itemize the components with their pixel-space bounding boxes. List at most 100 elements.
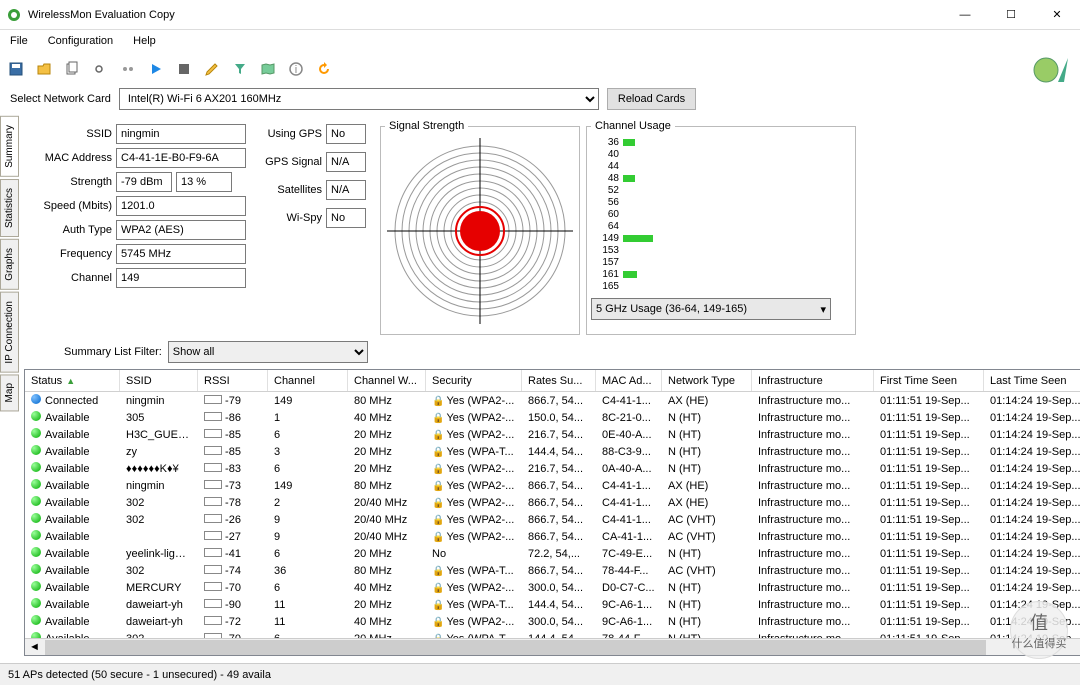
channel-number: 48 bbox=[595, 173, 619, 184]
filter-label: Summary List Filter: bbox=[64, 346, 162, 358]
maximize-button[interactable]: ☐ bbox=[988, 0, 1034, 30]
grid-body[interactable]: Connectedningmin -7914980 MHz🔒Yes (WPA2-… bbox=[25, 392, 1080, 638]
col-header[interactable]: Infrastructure bbox=[752, 370, 874, 391]
status-dot-icon bbox=[31, 581, 41, 591]
menubar: File Configuration Help bbox=[0, 30, 1080, 52]
status-dot-icon bbox=[31, 496, 41, 506]
rssi-bar-icon bbox=[204, 565, 222, 574]
menu-configuration[interactable]: Configuration bbox=[44, 33, 117, 49]
table-row[interactable]: Availableningmin -7314980 MHz🔒Yes (WPA2-… bbox=[25, 477, 1080, 494]
menu-help[interactable]: Help bbox=[129, 33, 160, 49]
map-icon[interactable] bbox=[258, 59, 278, 79]
col-header[interactable]: Network Type bbox=[662, 370, 752, 391]
tab-summary[interactable]: Summary bbox=[0, 116, 19, 177]
col-header[interactable]: SSID bbox=[120, 370, 198, 391]
channel-usage-panel: Channel Usage 36404448525660641491531571… bbox=[586, 120, 856, 335]
table-row[interactable]: Availabledaweiart-yh -901120 MHz🔒Yes (WP… bbox=[25, 596, 1080, 613]
channel-bar bbox=[623, 235, 653, 242]
filter-icon[interactable] bbox=[230, 59, 250, 79]
filter-row: Summary List Filter: Show all bbox=[24, 335, 1080, 367]
watermark-badge: 值什么值得买 bbox=[1010, 601, 1068, 659]
horizontal-scrollbar[interactable]: ◄► bbox=[25, 638, 1080, 655]
tab-statistics[interactable]: Statistics bbox=[0, 179, 19, 237]
channel-band-select[interactable]: 5 GHz Usage (36-64, 149-165)▾ bbox=[591, 298, 831, 320]
stop-icon[interactable] bbox=[174, 59, 194, 79]
minimize-button[interactable]: — bbox=[942, 0, 988, 30]
table-row[interactable]: Availableyeelink-light-... -41620 MHzNo7… bbox=[25, 545, 1080, 562]
status-dot-icon bbox=[31, 394, 41, 404]
channel-number: 44 bbox=[595, 161, 619, 172]
col-header[interactable]: Last Time Seen bbox=[984, 370, 1080, 391]
col-header[interactable]: Rates Su... bbox=[522, 370, 596, 391]
rssi-bar-icon bbox=[204, 616, 222, 625]
channel-row: 157 bbox=[595, 256, 851, 268]
col-header[interactable]: First Time Seen bbox=[874, 370, 984, 391]
col-header[interactable]: MAC Ad... bbox=[596, 370, 662, 391]
channel-row: 44 bbox=[595, 160, 851, 172]
filter-select[interactable]: Show all bbox=[168, 341, 368, 363]
titlebar: WirelessMon Evaluation Copy — ☐ ✕ bbox=[0, 0, 1080, 30]
channel-number: 157 bbox=[595, 257, 619, 268]
lock-icon: 🔒 bbox=[432, 396, 444, 407]
tab-map[interactable]: Map bbox=[0, 374, 19, 411]
lock-icon: 🔒 bbox=[432, 498, 444, 509]
open-icon[interactable] bbox=[34, 59, 54, 79]
ip-icon[interactable] bbox=[118, 59, 138, 79]
table-row[interactable]: Available302 -26920/40 MHz🔒Yes (WPA2-...… bbox=[25, 511, 1080, 528]
grid-header: Status▲SSIDRSSIChannelChannel W...Securi… bbox=[25, 370, 1080, 392]
table-row[interactable]: Connectedningmin -7914980 MHz🔒Yes (WPA2-… bbox=[25, 392, 1080, 409]
table-row[interactable]: Available -27920/40 MHz🔒Yes (WPA2-...866… bbox=[25, 528, 1080, 545]
gps-label: Using GPS bbox=[256, 128, 322, 140]
info-icon[interactable]: i bbox=[286, 59, 306, 79]
lock-icon: 🔒 bbox=[432, 447, 444, 458]
table-row[interactable]: Available302 -743680 MHz🔒Yes (WPA-T...86… bbox=[25, 562, 1080, 579]
table-row[interactable]: Available302 -70620 MHz🔒Yes (WPA-T...144… bbox=[25, 630, 1080, 638]
gps-signal-value: N/A bbox=[326, 152, 366, 172]
menu-file[interactable]: File bbox=[6, 33, 32, 49]
channel-number: 64 bbox=[595, 221, 619, 232]
logo-icon bbox=[1030, 48, 1074, 92]
table-row[interactable]: AvailableH3C_GUEST -85620 MHz🔒Yes (WPA2-… bbox=[25, 426, 1080, 443]
table-row[interactable]: Available302 -78220/40 MHz🔒Yes (WPA2-...… bbox=[25, 494, 1080, 511]
tab-graphs[interactable]: Graphs bbox=[0, 239, 19, 290]
play-icon[interactable] bbox=[146, 59, 166, 79]
rssi-bar-icon bbox=[204, 412, 222, 421]
gps-signal-label: GPS Signal bbox=[256, 156, 322, 168]
lock-icon: 🔒 bbox=[432, 515, 444, 526]
reload-cards-button[interactable]: Reload Cards bbox=[607, 88, 696, 110]
col-header[interactable]: Status▲ bbox=[25, 370, 120, 391]
close-button[interactable]: ✕ bbox=[1034, 0, 1080, 30]
edit-icon[interactable] bbox=[202, 59, 222, 79]
network-card-row: Select Network Card Intel(R) Wi-Fi 6 AX2… bbox=[0, 86, 1080, 116]
table-row[interactable]: Availabledaweiart-yh -721140 MHz🔒Yes (WP… bbox=[25, 613, 1080, 630]
tab-ip-connection[interactable]: IP Connection bbox=[0, 292, 19, 373]
channel-row: 40 bbox=[595, 148, 851, 160]
col-header[interactable]: Security bbox=[426, 370, 522, 391]
refresh-icon[interactable] bbox=[314, 59, 334, 79]
lock-icon: 🔒 bbox=[432, 566, 444, 577]
satellites-label: Satellites bbox=[256, 184, 322, 196]
col-header[interactable]: RSSI bbox=[198, 370, 268, 391]
copy-icon[interactable] bbox=[62, 59, 82, 79]
freq-value: 5745 MHz bbox=[116, 244, 246, 264]
table-row[interactable]: Available♦♦♦♦♦♦K♦¥ -83620 MHz🔒Yes (WPA2-… bbox=[25, 460, 1080, 477]
table-row[interactable]: Available305 -86140 MHz🔒Yes (WPA2-...150… bbox=[25, 409, 1080, 426]
rssi-bar-icon bbox=[204, 531, 222, 540]
channel-number: 52 bbox=[595, 185, 619, 196]
table-row[interactable]: Availablezy -85320 MHz🔒Yes (WPA-T...144.… bbox=[25, 443, 1080, 460]
col-header[interactable]: Channel bbox=[268, 370, 348, 391]
col-header[interactable]: Channel W... bbox=[348, 370, 426, 391]
channel-bar bbox=[623, 139, 635, 146]
speed-value: 1201.0 bbox=[116, 196, 246, 216]
channel-value: 149 bbox=[116, 268, 246, 288]
network-card-select[interactable]: Intel(R) Wi-Fi 6 AX201 160MHz bbox=[119, 88, 599, 110]
rssi-bar-icon bbox=[204, 429, 222, 438]
status-dot-icon bbox=[31, 598, 41, 608]
save-icon[interactable] bbox=[6, 59, 26, 79]
channel-row: 149 bbox=[595, 232, 851, 244]
table-row[interactable]: AvailableMERCURY -70640 MHz🔒Yes (WPA2-..… bbox=[25, 579, 1080, 596]
connection-fields: SSIDningmin MAC AddressC4-41-1E-B0-F9-6A… bbox=[24, 120, 250, 335]
status-dot-icon bbox=[31, 462, 41, 472]
link-icon[interactable] bbox=[90, 59, 110, 79]
channel-bar bbox=[623, 175, 635, 182]
